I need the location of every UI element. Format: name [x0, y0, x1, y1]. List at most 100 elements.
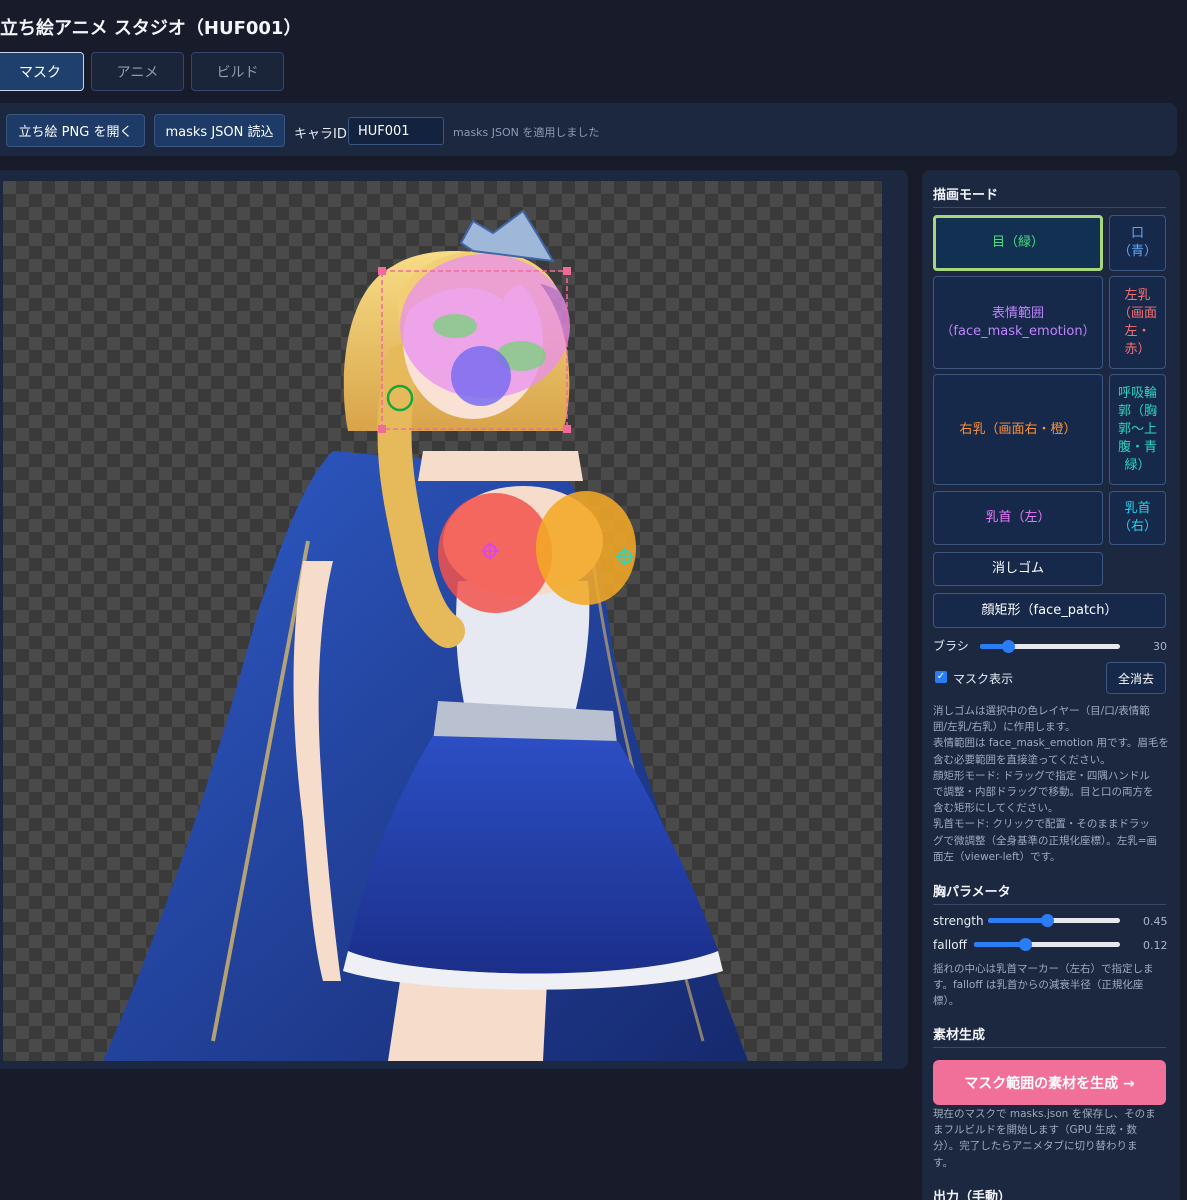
falloff-value: 0.12	[1143, 939, 1168, 952]
app-title: 立ち絵アニメ スタジオ（HUF001）	[0, 18, 302, 39]
clear-all-button[interactable]: 全消去	[1106, 662, 1166, 694]
brush-value: 30	[1153, 640, 1167, 653]
chara-id-input[interactable]	[348, 117, 444, 145]
face-patch-handle-bl	[378, 425, 386, 433]
divider	[933, 207, 1166, 208]
mode-breath-contour-button[interactable]: 呼吸輪郭（胸郭〜上腹・青緑）	[1109, 374, 1166, 485]
mode-button-label: 口 （青）	[1118, 225, 1157, 261]
face-patch-handle-br	[563, 425, 571, 433]
status-message: masks JSON を適用しました	[453, 126, 600, 139]
chara-id-label: キャラID	[294, 127, 347, 142]
note-line: まフルビルドを開始します（GPU 生成・数	[933, 1124, 1137, 1137]
mask-visible-checkbox[interactable]: ✓	[935, 671, 947, 683]
brush-slider-thumb[interactable]	[1002, 640, 1015, 653]
help-line: 含む必要範囲を直接塗ってください。	[933, 753, 1111, 766]
help-line: 表情範囲は face_mask_emotion 用です。眉毛を	[933, 737, 1169, 750]
mode-button-label-line: 表情範囲	[991, 305, 1044, 321]
mode-button-label-line: （青）	[1117, 244, 1157, 259]
mouth-mask-overlay	[451, 346, 511, 406]
divider	[933, 904, 1166, 905]
generate-assets-button[interactable]: マスク範囲の素材を生成 →	[933, 1060, 1166, 1105]
mode-nipple-left-button[interactable]: 乳首（左）	[933, 491, 1103, 545]
note-line: 標）。	[933, 995, 960, 1008]
help-line: 乳首モード: クリックで配置・そのままドラッ	[933, 818, 1150, 831]
tab-build[interactable]: ビルド	[191, 52, 284, 91]
falloff-label: falloff	[933, 938, 967, 952]
mode-button-label-line: 呼吸輪	[1117, 385, 1157, 401]
mode-button-label-line: 腹・青	[1117, 439, 1157, 455]
note-line: す。	[933, 1156, 953, 1169]
mode-button-label: 右乳（画面右・橙）	[959, 421, 1076, 439]
mode-button-label-line: 消しゴム	[991, 561, 1044, 576]
strength-value: 0.45	[1143, 915, 1168, 928]
mode-button-label: 乳首 （右）	[1118, 500, 1157, 536]
mode-button-label-line: 緑）	[1124, 457, 1151, 473]
face-patch-handle-tr	[563, 267, 571, 275]
mode-emotion-range-button[interactable]: 表情範囲 （face_mask_emotion）	[933, 276, 1103, 369]
eye-mask-left	[433, 314, 477, 338]
mode-face-patch-button[interactable]: 顔矩形（face_patch）	[933, 593, 1166, 628]
mode-button-label: 表情範囲 （face_mask_emotion）	[940, 305, 1095, 341]
strength-label: strength	[933, 914, 984, 928]
mode-button-label: 顔矩形（face_patch）	[982, 602, 1118, 620]
chest-params-title: 胸パラメータ	[933, 885, 1011, 900]
note-line: 揺れの中心は乳首マーカー（左右）で指定しま	[933, 963, 1154, 975]
mode-button-label-line: 郭（胸	[1117, 403, 1157, 419]
help-line: グで微調整（全身基準の正規化座標）。左乳=画	[933, 834, 1158, 847]
note-line: す。falloff は乳首からの減衰半径（正規化座	[933, 979, 1144, 992]
help-line: 消しゴムは選択中の色レイヤー（目/口/表情範	[933, 705, 1150, 717]
mode-right-breast-button[interactable]: 右乳（画面右・橙）	[933, 374, 1103, 485]
generate-title: 素材生成	[933, 1028, 986, 1043]
brush-label: ブラシ	[933, 639, 969, 653]
help-line: で調整・内部ドラッグで移動。目と口の両方を	[933, 786, 1154, 799]
mode-button-label-line: 乳首（左）	[985, 510, 1051, 525]
tab-mask[interactable]: マスク	[0, 52, 84, 91]
tab-anime[interactable]: アニメ	[91, 52, 184, 91]
note-line: 分）。完了したらアニメタブに切り替わりま	[933, 1140, 1138, 1153]
brush-slider[interactable]	[980, 640, 1120, 653]
strength-slider[interactable]	[988, 914, 1120, 927]
load-json-button[interactable]: masks JSON 読込	[154, 114, 285, 147]
falloff-slider[interactable]	[974, 938, 1120, 951]
chest-params-note: 揺れの中心は乳首マーカー（左右）で指定しま す。falloff は乳首からの減衰…	[933, 961, 1165, 1010]
right-breast-mask	[536, 491, 636, 605]
mode-button-label: 消しゴム	[992, 560, 1044, 578]
eraser-button[interactable]: 消しゴム	[933, 552, 1103, 586]
help-line: 含む矩形にしてください。	[933, 802, 1059, 815]
mode-eye-button[interactable]: 目（緑）	[933, 215, 1103, 271]
mode-button-label: 呼吸輪郭（胸郭〜上腹・青緑）	[1118, 385, 1157, 475]
mode-button-label-line: 口	[1130, 226, 1144, 241]
mode-left-breast-button[interactable]: 左乳 （画面左・赤）	[1109, 276, 1166, 369]
open-png-button[interactable]: 立ち絵 PNG を開く	[6, 114, 145, 147]
help-line: 顔矩形モード: ドラッグで指定・四隅ハンドル	[933, 769, 1150, 782]
divider	[933, 1047, 1166, 1048]
face-patch-handle-tl	[378, 267, 386, 275]
torso	[418, 451, 583, 481]
mode-button-label-line: 左・	[1124, 323, 1151, 339]
mode-button-label-line: 左乳	[1124, 287, 1151, 303]
mask-canvas[interactable]	[3, 181, 882, 1061]
mode-button-label-line: 顔矩形（face_patch）	[981, 602, 1118, 618]
draw-mode-title: 描画モード	[933, 188, 999, 203]
mode-button-label-line: 赤）	[1124, 341, 1151, 357]
help-line: 面左（viewer-left）です。	[933, 850, 1061, 863]
mode-mouth-button[interactable]: 口 （青）	[1109, 215, 1166, 271]
mode-button-label-line: （画面	[1117, 305, 1157, 321]
mode-button-label-line: （右）	[1117, 519, 1157, 534]
mode-button-label-line: 乳首	[1124, 501, 1151, 516]
mode-button-label: 左乳 （画面左・赤）	[1118, 287, 1157, 359]
mode-button-label-line: （face_mask_emotion）	[940, 323, 1096, 339]
falloff-slider-thumb[interactable]	[1019, 938, 1033, 951]
help-line: 囲/左乳/右乳）に作用します。	[933, 721, 1076, 734]
mode-nipple-right-button[interactable]: 乳首 （右）	[1109, 491, 1166, 545]
generate-note: 現在のマスクで masks.json を保存し、そのま まフルビルドを開始します…	[933, 1106, 1165, 1171]
character-artwork	[103, 209, 748, 1061]
mode-button-label: 目（緑）	[992, 234, 1044, 252]
output-title: 出力（手動）	[933, 1190, 1012, 1200]
help-text: 消しゴムは選択中の色レイヤー（目/口/表情範 囲/左乳/右乳）に作用します。 表…	[933, 703, 1169, 865]
mode-button-label-line: 右乳（画面右・橙）	[959, 421, 1077, 437]
mode-button-label-line: 郭〜上	[1117, 421, 1157, 437]
strength-slider-fill	[988, 918, 1048, 923]
mask-visible-label: マスク表示	[953, 672, 1014, 686]
note-line: 現在のマスクで masks.json を保存し、そのま	[933, 1108, 1156, 1120]
